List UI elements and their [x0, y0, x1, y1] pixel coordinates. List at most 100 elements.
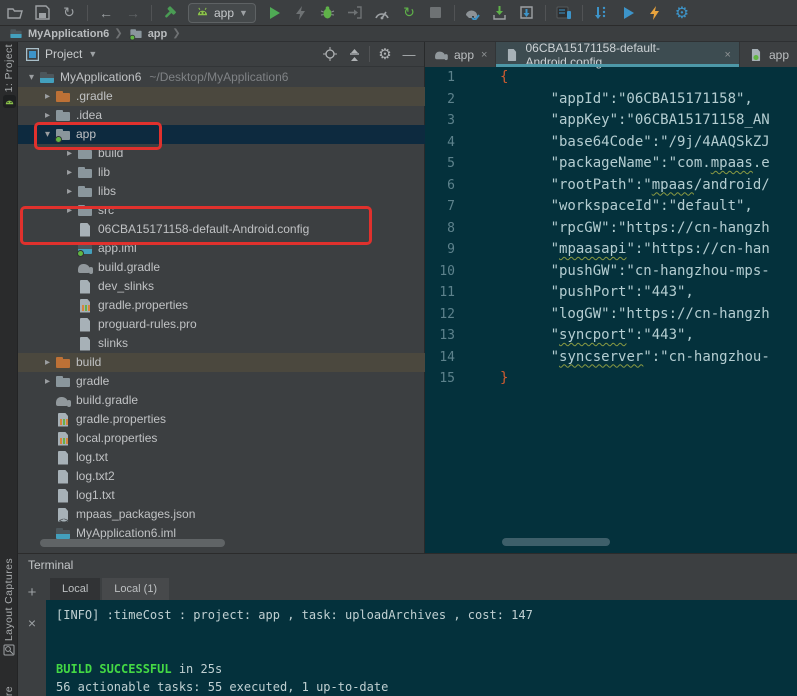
tree-row[interactable]: dev_slinks: [18, 277, 425, 296]
project-view-icon: [26, 48, 39, 61]
terminal-line: [INFO] :timeCost : project: app , task: …: [56, 606, 797, 624]
line-number: 15: [425, 368, 455, 390]
forward-arrow-icon[interactable]: →: [124, 4, 142, 22]
tree-row[interactable]: ▸ gradle: [18, 372, 425, 391]
project-folder-icon: [10, 27, 23, 40]
apply-changes-icon[interactable]: [292, 4, 310, 22]
sync-icon[interactable]: ↻: [60, 4, 78, 22]
terminal-line: BUILD SUCCESSFUL in 25s: [56, 660, 797, 678]
back-arrow-icon[interactable]: ←: [97, 4, 115, 22]
editor-tab-config[interactable]: 06CBA15171158-default-Android.config ×: [496, 42, 740, 67]
tree-row[interactable]: ▸ lib: [18, 163, 425, 182]
device-manager-icon[interactable]: [555, 4, 573, 22]
tree-row[interactable]: ▸ libs: [18, 182, 425, 201]
close-icon[interactable]: ×: [725, 49, 731, 61]
terminal-tab-local[interactable]: Local: [50, 578, 100, 600]
line-number: 1: [425, 67, 455, 89]
project-horizontal-scrollbar[interactable]: [40, 539, 225, 547]
tree-row[interactable]: log.txt2: [18, 467, 425, 486]
mpaas-run-icon[interactable]: [619, 4, 637, 22]
tree-row[interactable]: ▸ build: [18, 353, 425, 372]
terminal-tab-local-1[interactable]: Local (1): [102, 578, 169, 600]
module-folder-icon: [129, 27, 142, 40]
tree-item-label: build: [76, 353, 101, 372]
tree-expand-arrow[interactable]: ▸: [40, 87, 55, 106]
tree-expand-arrow[interactable]: ▸: [62, 163, 77, 182]
editor-horizontal-scrollbar[interactable]: [502, 538, 610, 546]
tree-item-label: mpaas_packages.json: [76, 505, 195, 524]
tree-expand-arrow[interactable]: ▸: [62, 182, 77, 201]
terminal-output[interactable]: [INFO] :timeCost : project: app , task: …: [46, 600, 797, 696]
tree-row[interactable]: <> mpaas_packages.json: [18, 505, 425, 524]
tool-button-layout-captures[interactable]: Layout Captures: [0, 558, 18, 656]
stop-icon[interactable]: [427, 4, 445, 22]
tree-item-icon: [77, 165, 93, 181]
tree-row[interactable]: build.gradle: [18, 391, 425, 410]
tree-expand-arrow[interactable]: ▸: [40, 353, 55, 372]
build-hammer-icon[interactable]: [161, 4, 179, 22]
mpaas-settings-gear-icon[interactable]: ⚙: [673, 4, 691, 22]
main-toolbar: ↻ ← → app ▼ ↻: [0, 0, 797, 26]
tree-item-path: ~/Desktop/MyApplication6: [149, 68, 288, 87]
profiler-gauge-icon[interactable]: [373, 4, 391, 22]
code-line: 6 "rootPath":"mpaas/android/: [425, 175, 797, 197]
breadcrumb-item-project[interactable]: MyApplication6: [8, 26, 109, 42]
tree-item-icon: [55, 450, 71, 466]
tree-row[interactable]: log1.txt: [18, 486, 425, 505]
tree-item-label: gradle.properties: [98, 296, 188, 315]
tree-item-icon: [77, 336, 93, 352]
tree-row[interactable]: local.properties: [18, 429, 425, 448]
editor-tab-label: app: [769, 48, 789, 62]
sort-updown-icon[interactable]: [592, 4, 610, 22]
tree-row[interactable]: gradle.properties: [18, 410, 425, 429]
breadcrumb-label: app: [148, 28, 168, 40]
mpaas-bolt-icon[interactable]: [646, 4, 664, 22]
breadcrumb-item-app[interactable]: app: [128, 26, 168, 42]
tree-row[interactable]: log.txt: [18, 448, 425, 467]
code-text: "logGW":"https://cn-hangzh: [500, 304, 770, 326]
run-button[interactable]: [265, 4, 283, 22]
code-editor[interactable]: 1 { 2 "appId":"06CBA15171158", 3 "appKey…: [425, 67, 797, 553]
locate-crosshair-icon[interactable]: [321, 45, 339, 63]
tree-item-icon: [55, 412, 71, 428]
tool-button-layout-captures-label: Layout Captures: [3, 558, 15, 641]
hide-panel-icon[interactable]: —: [400, 45, 418, 63]
tree-item-label: libs: [98, 182, 116, 201]
save-icon[interactable]: [33, 4, 51, 22]
attach-debugger-icon[interactable]: [346, 4, 364, 22]
chevron-down-icon[interactable]: ▼: [88, 49, 97, 59]
tree-row[interactable]: proguard-rules.pro: [18, 315, 425, 334]
editor-tab-app-gradle[interactable]: app ×: [425, 42, 496, 67]
close-session-icon[interactable]: ×: [28, 615, 36, 631]
tree-expand-arrow[interactable]: ▾: [24, 68, 39, 87]
android-file-icon: [749, 48, 763, 62]
sdk-manager-icon[interactable]: [518, 4, 536, 22]
coverage-restart-icon[interactable]: ↻: [400, 4, 418, 22]
tree-row[interactable]: gradle.properties: [18, 296, 425, 315]
tree-row[interactable]: slinks: [18, 334, 425, 353]
new-session-plus-icon[interactable]: +: [28, 584, 37, 601]
line-number: 3: [425, 110, 455, 132]
close-icon[interactable]: ×: [481, 49, 487, 61]
terminal-line: [56, 642, 797, 660]
settings-gear-icon[interactable]: ⚙: [376, 45, 394, 63]
toolbar-separator: [545, 5, 546, 21]
open-folder-icon[interactable]: [6, 4, 24, 22]
tool-button-partial[interactable]: re: [0, 686, 18, 696]
debug-bug-icon[interactable]: [319, 4, 337, 22]
tree-item-icon: [55, 374, 71, 390]
run-configuration-select[interactable]: app ▼: [188, 3, 256, 23]
tree-expand-arrow[interactable]: ▸: [40, 372, 55, 391]
project-panel-header: Project ▼ ⚙ —: [18, 42, 424, 67]
tree-row[interactable]: ▸ .gradle: [18, 87, 425, 106]
editor-tab-app-android[interactable]: app: [740, 42, 797, 67]
import-module-icon[interactable]: [491, 4, 509, 22]
tree-row[interactable]: build.gradle: [18, 258, 425, 277]
collapse-all-icon[interactable]: [345, 45, 363, 63]
tree-item-label: log1.txt: [76, 486, 115, 505]
tool-button-project[interactable]: 1: Project: [0, 44, 18, 108]
code-text: "syncport":"443",: [500, 325, 694, 347]
tree-item-label: build.gradle: [98, 258, 160, 277]
gradle-sync-icon[interactable]: [464, 4, 482, 22]
tree-row[interactable]: ▾ MyApplication6 ~/Desktop/MyApplication…: [18, 68, 425, 87]
